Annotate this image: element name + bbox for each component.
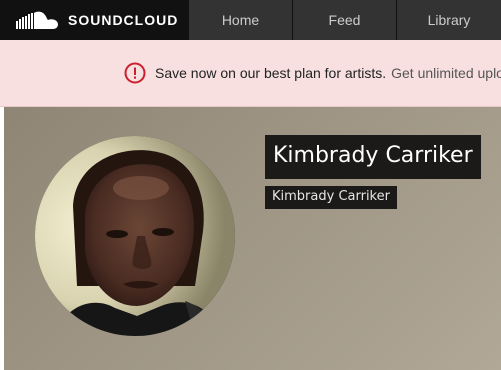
nav-feed[interactable]: Feed	[292, 0, 396, 40]
profile-display-name: Kimbrady Carriker	[265, 135, 481, 179]
top-navigation: SOUNDCLOUD Home Feed Library	[0, 0, 501, 40]
promo-link[interactable]: Get unlimited uploads and more.	[391, 65, 501, 81]
alert-circle-icon	[124, 62, 146, 84]
profile-username: Kimbrady Carriker	[265, 186, 397, 209]
nav-library[interactable]: Library	[396, 0, 501, 40]
logo-wordmark: SOUNDCLOUD	[68, 12, 179, 28]
soundcloud-logo[interactable]: SOUNDCLOUD	[0, 0, 188, 40]
soundcloud-cloud-icon	[16, 11, 58, 30]
promo-banner: Save now on our best plan for artists. G…	[0, 40, 501, 107]
promo-headline: Save now on our best plan for artists.	[155, 65, 387, 81]
nav-home[interactable]: Home	[188, 0, 292, 40]
profile-avatar[interactable]	[35, 136, 235, 336]
profile-photo	[35, 136, 235, 336]
promo-banner-content: Save now on our best plan for artists. G…	[124, 62, 501, 84]
profile-header: Kimbrady Carriker Kimbrady Carriker	[4, 107, 501, 370]
